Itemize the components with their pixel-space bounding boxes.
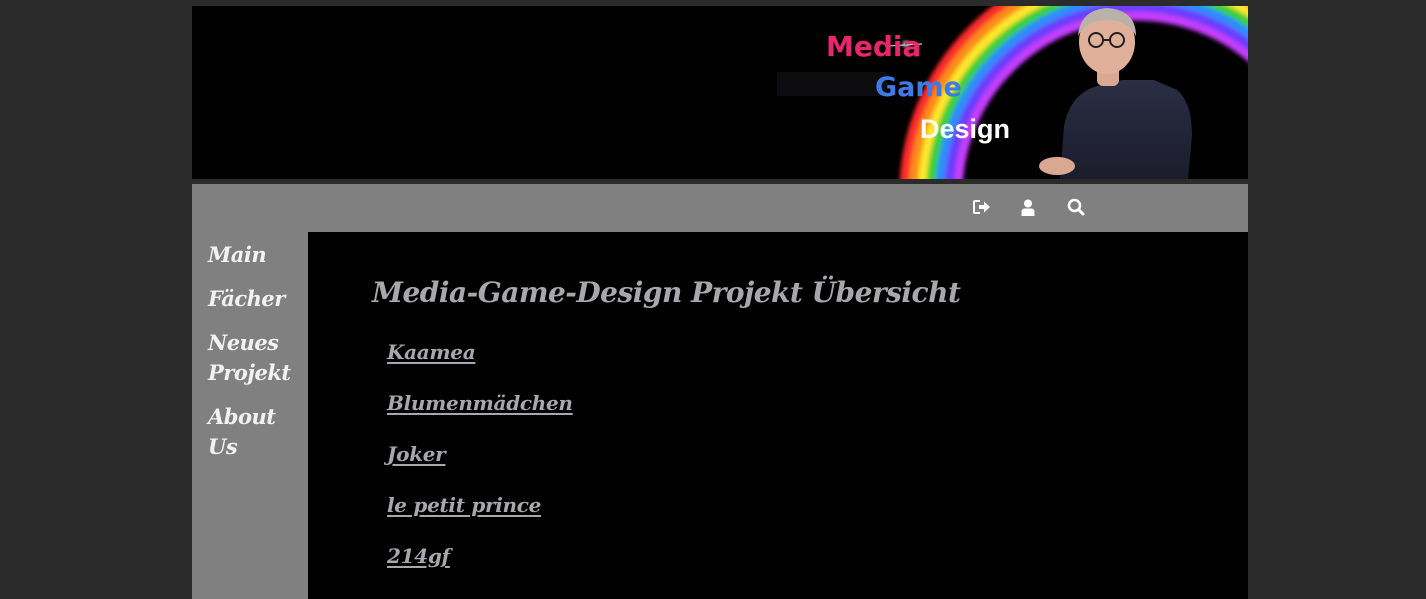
search-icon[interactable] <box>1065 196 1087 218</box>
sidebar-item-neues-projekt[interactable]: Neues Projekt <box>208 328 291 388</box>
rainbow-graphic <box>887 6 1248 179</box>
brand-design-text: Design <box>920 114 1011 144</box>
page-container: Media Game Design Main Fächer Neues Proj… <box>192 6 1248 599</box>
banner-shadow-box <box>777 72 887 96</box>
brand-media-text: Media <box>826 30 922 63</box>
main-content: Media-Game-Design Projekt Übersicht Kaam… <box>308 232 1248 599</box>
logout-icon[interactable] <box>971 196 993 218</box>
project-link-kaamea[interactable]: Kaamea <box>387 340 476 364</box>
header-banner: Media Game Design <box>192 6 1248 179</box>
brand-game-text: Game <box>875 72 962 103</box>
sidebar-item-main[interactable]: Main <box>208 240 304 270</box>
project-link-214gf[interactable]: 214gf <box>387 544 450 568</box>
sidebar-nav: Main Fächer Neues Projekt About Us <box>192 232 308 599</box>
page-title: Media-Game-Design Projekt Übersicht <box>372 276 961 309</box>
sidebar-item-faecher[interactable]: Fächer <box>208 284 304 314</box>
project-link-le-petit-prince[interactable]: le petit prince <box>387 493 541 517</box>
sidebar-item-about-us[interactable]: About Us <box>208 402 304 462</box>
project-link-blumenmaedchen[interactable]: Blumenmädchen <box>387 391 573 415</box>
project-link-joker[interactable]: Joker <box>387 442 446 466</box>
user-icon[interactable] <box>1017 196 1039 218</box>
top-toolbar <box>192 184 1248 232</box>
